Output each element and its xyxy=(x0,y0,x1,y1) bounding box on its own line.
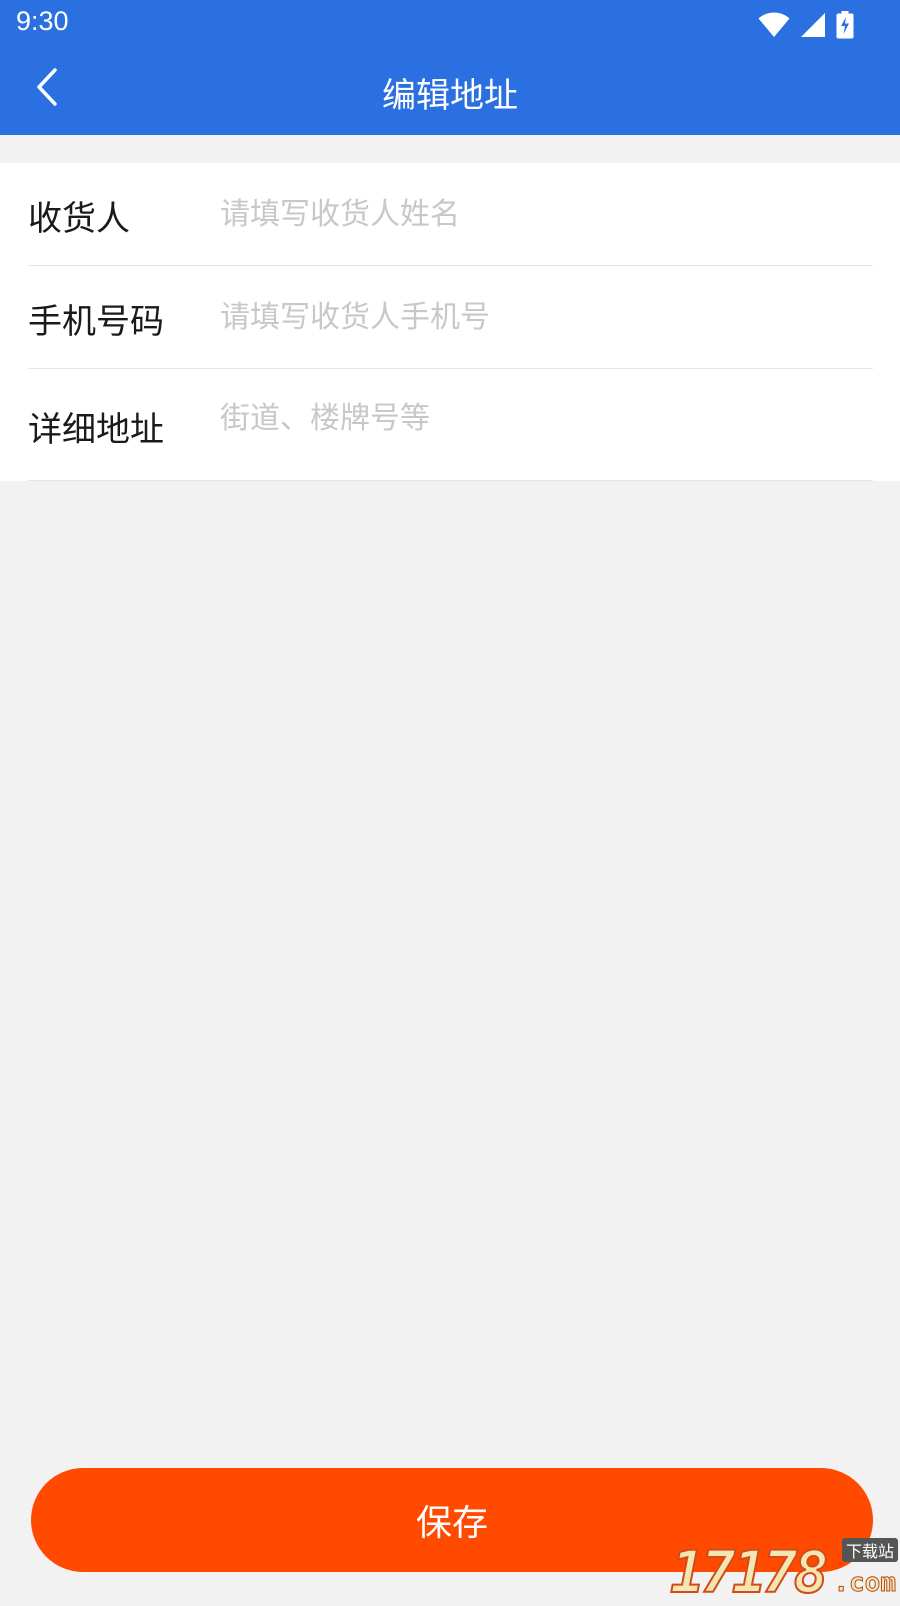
form-row-address: 详细地址 xyxy=(28,369,873,481)
detail-address-input[interactable] xyxy=(220,393,860,469)
recipient-name-input[interactable] xyxy=(220,191,860,237)
title-row: 编辑地址 xyxy=(0,50,900,135)
watermark-tag: 下载站 xyxy=(841,1538,898,1562)
status-bar: 9:30 xyxy=(0,0,900,50)
watermark-number: 17178 xyxy=(669,1537,830,1606)
recipient-label: 收货人 xyxy=(28,199,130,239)
phone-number-input[interactable] xyxy=(220,294,860,340)
watermark-logo: 17178 .com 下载站 xyxy=(669,1537,900,1606)
app-bar: 9:30 编辑地址 xyxy=(0,0,900,135)
form-row-recipient: 收货人 xyxy=(28,163,873,266)
status-icons xyxy=(758,10,854,40)
battery-charging-icon xyxy=(836,11,854,39)
phone-label: 手机号码 xyxy=(28,302,164,342)
status-time: 9:30 xyxy=(16,6,69,36)
page-title: 编辑地址 xyxy=(382,76,518,116)
address-label: 详细地址 xyxy=(28,410,164,450)
address-form: 收货人 手机号码 详细地址 xyxy=(0,163,900,481)
signal-icon xyxy=(800,12,826,38)
watermark-domain: .com xyxy=(833,1568,897,1599)
form-row-phone: 手机号码 xyxy=(28,266,873,369)
wifi-icon xyxy=(758,12,790,38)
